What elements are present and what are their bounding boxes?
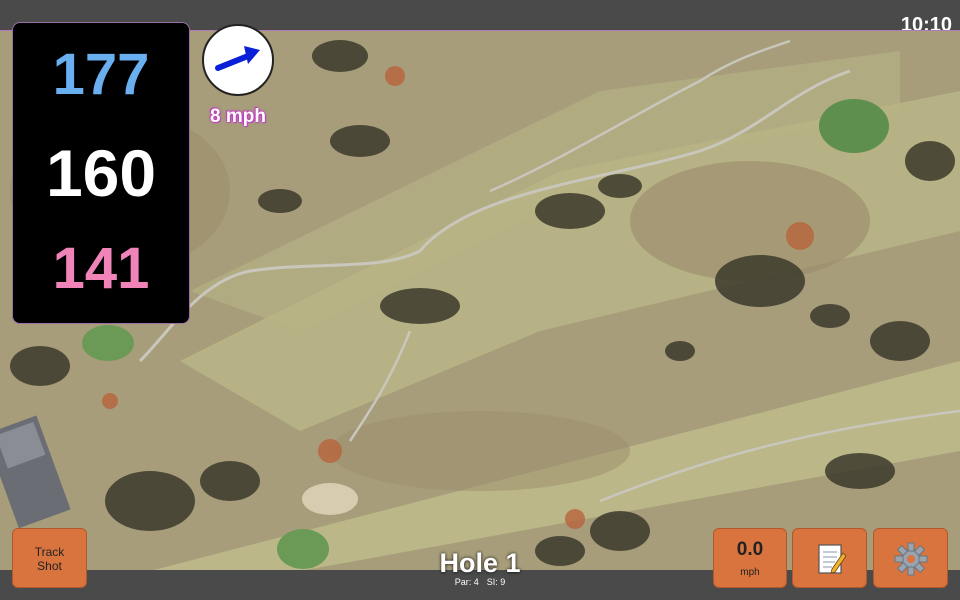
- wind-speed-label: 8 mph: [210, 106, 266, 127]
- track-shot-button[interactable]: Track Shot: [12, 528, 87, 588]
- hole-meta: Par: 4 SI: 9: [380, 577, 580, 587]
- distance-panel: 177 160 141: [12, 22, 190, 324]
- track-shot-label: Track Shot: [34, 545, 65, 573]
- hole-title: Hole 1: [439, 548, 521, 578]
- distance-middle: 160: [45, 136, 157, 210]
- speed-value: 0.0: [736, 539, 764, 560]
- settings-button[interactable]: [873, 528, 948, 588]
- notes-button[interactable]: [792, 528, 867, 588]
- speed-unit: mph: [740, 567, 760, 578]
- notepad-icon: [817, 544, 847, 574]
- distance-front: 141: [52, 236, 150, 301]
- speed-button[interactable]: 0.0 mph: [713, 528, 787, 588]
- wind-arrow-icon: [215, 46, 260, 71]
- distance-back: 177: [52, 42, 150, 107]
- wind-indicator: [202, 24, 274, 96]
- hole-par: Par: 4: [454, 577, 479, 587]
- hole-stroke-index: SI: 9: [486, 577, 506, 587]
- gear-icon: [894, 542, 927, 576]
